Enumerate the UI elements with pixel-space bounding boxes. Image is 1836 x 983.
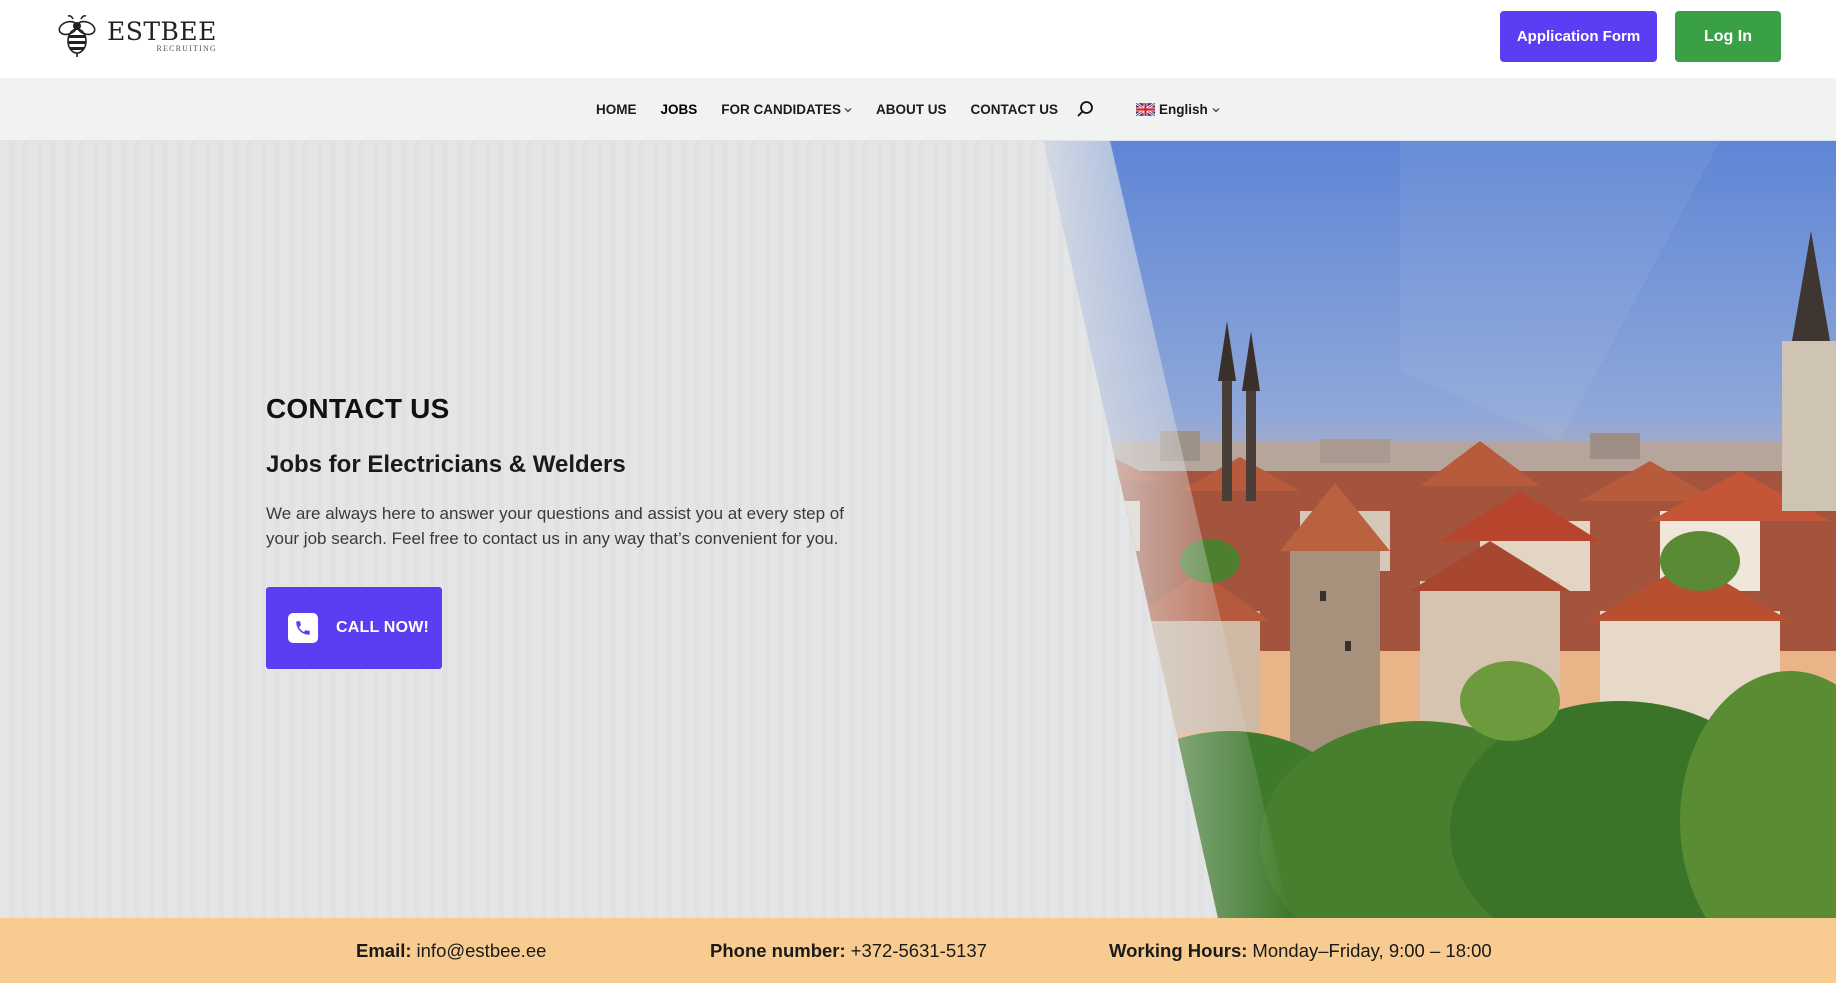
nav-jobs-label: JOBS [660, 102, 698, 117]
call-now-label: CALL NOW! [336, 619, 430, 636]
estbee-logo[interactable]: ESTBEE RECRUITING [55, 14, 217, 58]
main-navigation-bar: HOME JOBS FOR CANDIDATES ABOUT US CONTAC… [0, 78, 1836, 141]
language-label: English [1159, 102, 1208, 117]
phone-icon [288, 613, 318, 643]
page-title: CONTACT US [266, 393, 450, 424]
nav-home[interactable]: HOME [596, 102, 637, 117]
search-icon [1077, 101, 1093, 117]
email-info: Email: info@estbee.ee [356, 918, 546, 983]
phone-info: Phone number: +372-5631-5137 [710, 918, 987, 983]
search-button[interactable] [1074, 98, 1096, 120]
page-subtitle: Jobs for Electricians & Welders [266, 451, 626, 478]
chevron-down-icon [1212, 107, 1220, 112]
nav-about-us-label: ABOUT US [876, 102, 947, 117]
log-in-button[interactable]: Log In [1675, 11, 1781, 62]
contact-info-bar: Email: info@estbee.ee Phone number: +372… [0, 918, 1836, 983]
nav-contact-us[interactable]: CONTACT US [971, 102, 1059, 117]
phone-label: Phone number: [710, 939, 846, 961]
phone-link[interactable]: +372-5631-5137 [851, 940, 987, 962]
uk-flag-icon [1136, 103, 1155, 116]
language-selector[interactable]: English [1136, 78, 1220, 141]
chevron-down-icon [844, 108, 852, 113]
hero-section: CONTACT US Jobs for Electricians & Welde… [0, 141, 1836, 918]
working-hours-value: Monday–Friday, 9:00 – 18:00 [1252, 939, 1492, 961]
hero-description: We are always here to answer your questi… [266, 504, 844, 548]
nav-for-candidates[interactable]: FOR CANDIDATES [721, 102, 852, 117]
call-now-button[interactable]: CALL NOW! [266, 587, 442, 669]
application-form-button[interactable]: Application Form [1500, 11, 1657, 62]
email-link[interactable]: info@estbee.ee [417, 940, 547, 962]
logo-tagline: RECRUITING [156, 44, 217, 53]
top-header: ESTBEE RECRUITING Application Form Log I… [0, 0, 1836, 78]
email-label: Email: [356, 939, 412, 961]
working-hours-label: Working Hours: [1109, 939, 1248, 961]
nav-for-candidates-label: FOR CANDIDATES [721, 102, 842, 117]
nav-home-label: HOME [596, 102, 637, 117]
bee-logo-icon [58, 15, 96, 57]
nav-about-us[interactable]: ABOUT US [876, 102, 947, 117]
nav-jobs[interactable]: JOBS [661, 102, 698, 117]
working-hours-info: Working Hours: Monday–Friday, 9:00 – 18:… [1109, 918, 1492, 983]
nav-contact-us-label: CONTACT US [970, 102, 1059, 117]
logo-name: ESTBEE [107, 17, 217, 46]
main-menu: HOME JOBS FOR CANDIDATES ABOUT US CONTAC… [596, 78, 1082, 141]
